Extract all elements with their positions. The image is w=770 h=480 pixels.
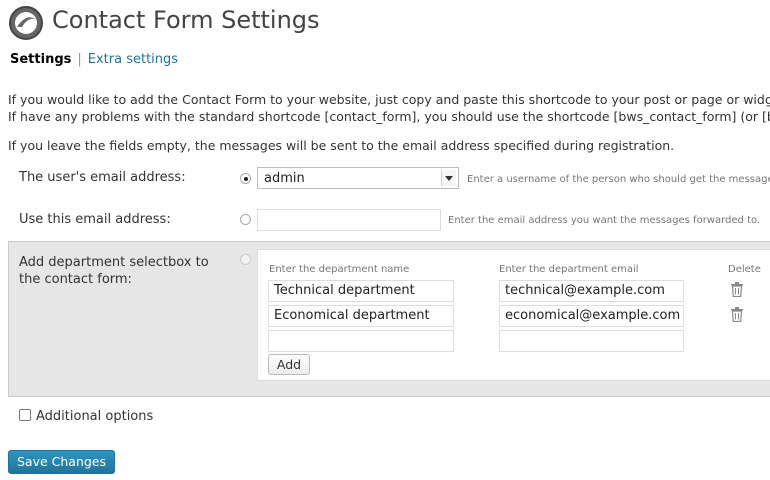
save-changes-button[interactable]: Save Changes bbox=[8, 450, 115, 474]
add-department-button[interactable]: Add bbox=[268, 354, 310, 375]
department-email-input[interactable]: technical@example.com bbox=[499, 280, 684, 302]
user-select-value: admin bbox=[264, 171, 305, 186]
additional-options-checkbox[interactable] bbox=[19, 409, 31, 421]
custom-email-label: Use this email address: bbox=[19, 212, 171, 227]
intro-line-2: If have any problems with the standard s… bbox=[8, 109, 770, 124]
intro-line-3: If you leave the fields empty, the messa… bbox=[8, 138, 675, 153]
user-email-hint: Enter a username of the person who shoul… bbox=[467, 174, 770, 185]
department-name-input[interactable]: Economical department bbox=[268, 305, 454, 327]
plugin-logo-icon bbox=[8, 5, 44, 41]
custom-email-input[interactable] bbox=[257, 209, 441, 231]
custom-email-hint: Enter the email address you want the mes… bbox=[448, 215, 761, 226]
department-name-input[interactable] bbox=[268, 330, 454, 352]
column-header-name: Enter the department name bbox=[269, 264, 410, 275]
tab-settings[interactable]: Settings bbox=[10, 52, 71, 67]
page-title: Contact Form Settings bbox=[52, 6, 320, 34]
trash-icon[interactable] bbox=[731, 307, 743, 323]
column-header-delete: Delete bbox=[728, 264, 761, 275]
chevron-down-icon[interactable] bbox=[441, 170, 456, 186]
user-select[interactable]: admin bbox=[257, 167, 459, 189]
department-label-line-2: the contact form: bbox=[19, 272, 132, 287]
department-label-line-1: Add department selectbox to bbox=[19, 255, 209, 270]
custom-email-radio[interactable] bbox=[240, 214, 251, 225]
tab-extra-settings[interactable]: Extra settings bbox=[88, 52, 178, 67]
additional-options-label[interactable]: Additional options bbox=[36, 409, 153, 424]
department-name-input[interactable]: Technical department bbox=[268, 280, 454, 302]
user-email-label: The user's email address: bbox=[19, 170, 186, 185]
column-header-email: Enter the department email bbox=[499, 264, 639, 275]
settings-tabs: Settings | Extra settings bbox=[10, 52, 178, 67]
intro-line-1: If you would like to add the Contact For… bbox=[8, 92, 770, 107]
department-label: Add department selectbox to the contact … bbox=[19, 254, 209, 288]
department-radio[interactable] bbox=[240, 254, 251, 265]
trash-icon[interactable] bbox=[731, 282, 743, 298]
user-email-radio[interactable] bbox=[240, 173, 251, 184]
department-email-input[interactable] bbox=[499, 330, 684, 352]
tab-separator: | bbox=[77, 52, 82, 67]
department-email-input[interactable]: economical@example.com bbox=[499, 305, 684, 327]
